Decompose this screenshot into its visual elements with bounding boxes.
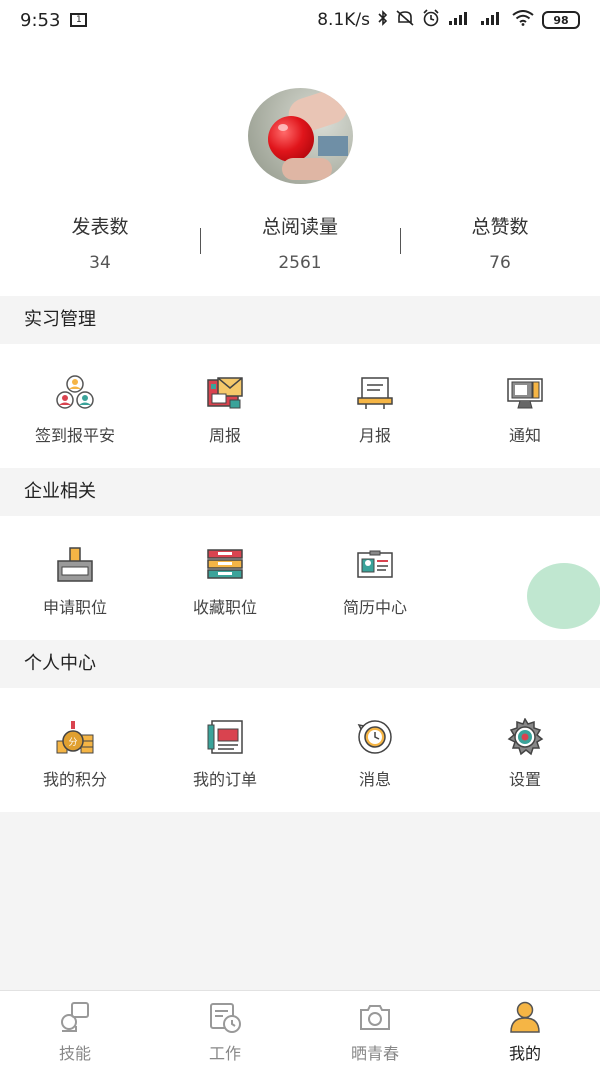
stat-value: 34 [89, 253, 111, 273]
stat-likes[interactable]: 总赞数 76 [400, 212, 600, 273]
clock: 9:53 [20, 9, 61, 31]
section-enterprise: 申请职位 收藏职位 简历中心 [0, 516, 600, 640]
tab-label: 我的 [508, 1044, 541, 1063]
notice-icon [505, 374, 545, 412]
checkin-people-icon [55, 374, 95, 412]
message-clock-icon [355, 718, 395, 756]
menu-label: 签到报平安 [34, 426, 115, 445]
menu-saved-jobs[interactable]: 收藏职位 [150, 516, 300, 640]
menu-settings[interactable]: 设置 [450, 688, 600, 812]
menu-label: 简历中心 [342, 598, 407, 617]
points-coins-icon: 分 [55, 718, 95, 756]
signal-icon-2 [480, 11, 504, 29]
apply-job-icon [55, 546, 95, 584]
menu-my-orders[interactable]: 我的订单 [150, 688, 300, 812]
bottom-tab-bar: 技能 工作 晒青春 我的 [0, 990, 600, 1067]
settings-gear-icon [505, 718, 545, 756]
menu-apply-job[interactable]: 申请职位 [0, 516, 150, 640]
profile-header: 发表数 34 总阅读量 2561 总赞数 76 [0, 40, 600, 296]
wifi-icon [512, 10, 534, 30]
tab-label: 晒青春 [350, 1044, 399, 1063]
work-calendar-icon [210, 1003, 241, 1033]
stat-posts[interactable]: 发表数 34 [0, 212, 200, 273]
menu-label: 月报 [358, 426, 391, 445]
stat-label: 总赞数 [471, 216, 529, 238]
saved-jobs-icon [205, 546, 245, 584]
menu-label: 通知 [508, 426, 541, 445]
menu-label: 消息 [358, 770, 391, 789]
menu-checkin[interactable]: 签到报平安 [0, 344, 150, 468]
stats-divider [200, 228, 201, 254]
tab-skills[interactable]: 技能 [0, 991, 150, 1067]
stat-label: 发表数 [71, 216, 129, 238]
section-title-enterprise: 企业相关 [0, 468, 600, 516]
menu-messages[interactable]: 消息 [300, 688, 450, 812]
orders-icon [205, 718, 245, 756]
menu-resume[interactable]: 简历中心 [300, 516, 450, 640]
menu-label: 申请职位 [42, 598, 107, 617]
menu-label: 我的订单 [192, 770, 257, 789]
floating-assist-button[interactable] [527, 563, 600, 629]
tab-youth[interactable]: 晒青春 [300, 991, 450, 1067]
tab-label: 技能 [58, 1044, 91, 1063]
weekly-report-icon [205, 374, 245, 412]
menu-label: 我的积分 [42, 770, 107, 789]
stats-divider [400, 228, 401, 254]
notification-badge-icon: 1 [70, 13, 88, 27]
tab-mine[interactable]: 我的 [450, 991, 600, 1067]
stat-value: 2561 [278, 253, 322, 273]
battery-icon: 98 [542, 11, 580, 29]
section-title-internship: 实习管理 [0, 296, 600, 344]
profile-stats: 发表数 34 总阅读量 2561 总赞数 76 [0, 212, 600, 273]
stat-reads[interactable]: 总阅读量 2561 [200, 212, 400, 273]
stat-value: 76 [489, 253, 511, 273]
menu-label: 收藏职位 [192, 598, 257, 617]
monthly-report-icon [355, 374, 395, 412]
profile-user-icon [510, 1001, 540, 1033]
menu-monthly-report[interactable]: 月报 [300, 344, 450, 468]
tab-work[interactable]: 工作 [150, 991, 300, 1067]
menu-my-points[interactable]: 分 我的积分 [0, 688, 150, 812]
svg-text:分: 分 [68, 737, 77, 748]
stat-label: 总阅读量 [261, 216, 338, 238]
tab-label: 工作 [208, 1044, 241, 1063]
menu-label: 设置 [508, 770, 541, 789]
section-internship: 签到报平安 周报 月报 通知 [0, 344, 600, 468]
signal-icon [448, 11, 472, 29]
avatar[interactable] [248, 88, 353, 184]
bluetooth-icon [378, 10, 388, 30]
resume-icon [355, 546, 395, 584]
mute-icon [396, 10, 414, 30]
alarm-icon [422, 9, 440, 31]
section-title-personal: 个人中心 [0, 640, 600, 688]
section-personal: 分 我的积分 我的订单 消息 设置 [0, 688, 600, 812]
menu-weekly-report[interactable]: 周报 [150, 344, 300, 468]
camera-icon [360, 1005, 390, 1030]
network-speed: 8.1K/s [317, 10, 370, 30]
status-bar: 9:53 1 8.1K/s 98 [0, 0, 600, 40]
skills-icon [61, 1002, 89, 1032]
menu-notice[interactable]: 通知 [450, 344, 600, 468]
menu-label: 周报 [208, 426, 241, 445]
